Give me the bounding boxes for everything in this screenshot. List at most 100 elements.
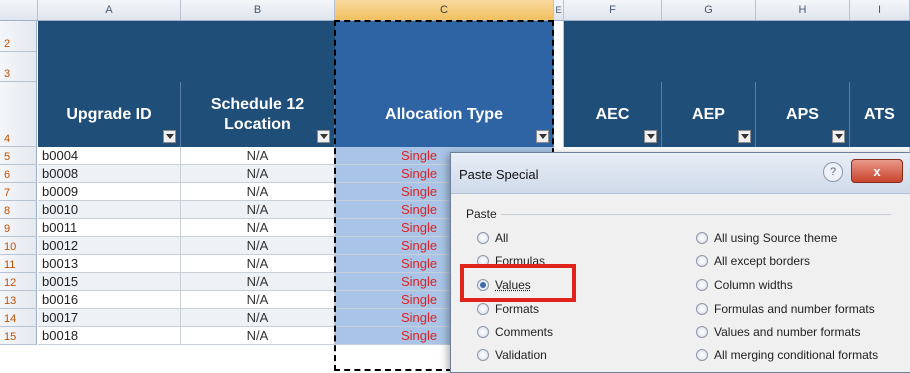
row-header-3[interactable]: 3 — [0, 52, 37, 82]
radio-icon[interactable] — [696, 279, 708, 291]
filter-dropdown-icon[interactable] — [738, 130, 751, 143]
close-button[interactable]: x — [851, 159, 903, 183]
row-header-4[interactable]: 4 — [0, 82, 37, 147]
cell-schedule-location[interactable]: N/A — [181, 201, 335, 218]
cell-schedule-location[interactable]: N/A — [181, 255, 335, 272]
paste-special-dialog: Paste Special ? x Paste All Formulas Val… — [450, 152, 910, 373]
option-label: Formats — [495, 302, 540, 316]
column-header-e[interactable]: E — [554, 0, 564, 20]
cell-schedule-location[interactable]: N/A — [181, 327, 335, 344]
column-header-a[interactable]: A — [38, 0, 181, 20]
column-header-g[interactable]: G — [662, 0, 756, 20]
row-header[interactable]: 10 — [0, 237, 37, 255]
cell-upgrade-id[interactable]: b0016 — [38, 291, 181, 308]
cell-upgrade-id[interactable]: b0012 — [38, 237, 181, 254]
row-header[interactable]: 7 — [0, 183, 37, 201]
header-upgrade-id[interactable]: Upgrade ID — [38, 82, 181, 147]
radio-icon[interactable] — [477, 349, 489, 361]
header-ats[interactable]: ATS — [850, 82, 910, 147]
cell-upgrade-id[interactable]: b0013 — [38, 255, 181, 272]
header-aps[interactable]: APS — [756, 82, 850, 147]
column-header-c[interactable]: C — [335, 0, 554, 20]
row-header-2[interactable]: 2 — [0, 21, 37, 52]
option-formulas-number-formats[interactable]: Formulas and number formats — [696, 302, 875, 316]
radio-icon[interactable] — [477, 326, 489, 338]
option-values-number-formats[interactable]: Values and number formats — [696, 325, 861, 339]
cell-upgrade-id[interactable]: b0018 — [38, 327, 181, 344]
header-aps-label: APS — [786, 105, 819, 123]
cell-upgrade-id[interactable]: b0015 — [38, 273, 181, 290]
cell-schedule-location[interactable]: N/A — [181, 309, 335, 326]
radio-icon[interactable] — [696, 326, 708, 338]
row-header[interactable]: 5 — [0, 147, 37, 165]
cell-schedule-location[interactable]: N/A — [181, 237, 335, 254]
selected-column-top — [335, 21, 554, 82]
cell-upgrade-id[interactable]: b0010 — [38, 201, 181, 218]
option-label: All except borders — [714, 254, 811, 268]
radio-icon[interactable] — [696, 303, 708, 315]
select-all-corner[interactable] — [0, 0, 38, 20]
header-aec[interactable]: AEC — [564, 82, 662, 147]
row-header[interactable]: 11 — [0, 255, 37, 273]
column-header-b[interactable]: B — [181, 0, 335, 20]
radio-icon[interactable] — [477, 232, 489, 244]
cell-schedule-location[interactable]: N/A — [181, 183, 335, 200]
row-header[interactable]: 12 — [0, 273, 37, 291]
option-all-merging-conditional-formats[interactable]: All merging conditional formats — [696, 348, 878, 362]
filter-dropdown-icon[interactable] — [644, 130, 657, 143]
option-label: Values and number formats — [714, 325, 861, 339]
radio-icon[interactable] — [477, 303, 489, 315]
row-header[interactable]: 6 — [0, 165, 37, 183]
column-e-gap — [554, 21, 564, 147]
header-aep[interactable]: AEP — [662, 82, 756, 147]
filter-dropdown-icon[interactable] — [536, 130, 549, 143]
filter-dropdown-icon[interactable] — [317, 130, 330, 143]
cell-schedule-location[interactable]: N/A — [181, 273, 335, 290]
row-header[interactable]: 15 — [0, 327, 37, 345]
values-highlight-box — [460, 264, 576, 302]
option-label: All — [495, 231, 509, 245]
radio-icon[interactable] — [696, 232, 708, 244]
option-all-except-borders[interactable]: All except borders — [696, 254, 810, 268]
radio-icon[interactable] — [696, 349, 708, 361]
cell-schedule-location[interactable]: N/A — [181, 219, 335, 236]
option-comments[interactable]: Comments — [477, 325, 553, 339]
cell-upgrade-id[interactable]: b0008 — [38, 165, 181, 182]
cell-upgrade-id[interactable]: b0011 — [38, 219, 181, 236]
option-column-widths[interactable]: Column widths — [696, 278, 793, 292]
option-all-using-source-theme[interactable]: All using Source theme — [696, 231, 837, 245]
row-header[interactable]: 8 — [0, 201, 37, 219]
row-header[interactable]: 9 — [0, 219, 37, 237]
header-schedule-label: Schedule 12 Location — [210, 95, 305, 133]
option-validation[interactable]: Validation — [477, 348, 547, 362]
option-all[interactable]: All — [477, 231, 508, 245]
column-header-i[interactable]: I — [850, 0, 910, 20]
radio-icon[interactable] — [696, 255, 708, 267]
cell-upgrade-id[interactable]: b0004 — [38, 147, 181, 164]
column-header-f[interactable]: F — [564, 0, 662, 20]
cell-schedule-location[interactable]: N/A — [181, 291, 335, 308]
dialog-title-bar[interactable]: Paste Special ? x — [451, 153, 910, 194]
filter-dropdown-icon[interactable] — [163, 130, 176, 143]
option-label: All merging conditional formats — [714, 348, 879, 362]
help-icon[interactable]: ? — [823, 162, 843, 182]
option-label: Validation — [495, 348, 547, 362]
paste-group-label: Paste — [466, 207, 497, 221]
header-ats-label: ATS — [864, 105, 895, 123]
header-upgrade-id-label: Upgrade ID — [66, 105, 152, 123]
option-formats[interactable]: Formats — [477, 302, 539, 316]
group-divider — [501, 214, 891, 215]
filter-dropdown-icon[interactable] — [832, 130, 845, 143]
option-label: Comments — [495, 325, 554, 339]
column-header-h[interactable]: H — [756, 0, 850, 20]
row-header[interactable]: 13 — [0, 291, 37, 309]
header-schedule-location[interactable]: Schedule 12 Location — [181, 82, 335, 147]
option-label: Column widths — [714, 278, 793, 292]
row-header[interactable]: 14 — [0, 309, 37, 327]
column-header-row: A B C E F G H I — [0, 0, 910, 21]
cell-schedule-location[interactable]: N/A — [181, 165, 335, 182]
cell-upgrade-id[interactable]: b0017 — [38, 309, 181, 326]
header-allocation-type[interactable]: Allocation Type — [335, 82, 554, 147]
cell-upgrade-id[interactable]: b0009 — [38, 183, 181, 200]
cell-schedule-location[interactable]: N/A — [181, 147, 335, 164]
